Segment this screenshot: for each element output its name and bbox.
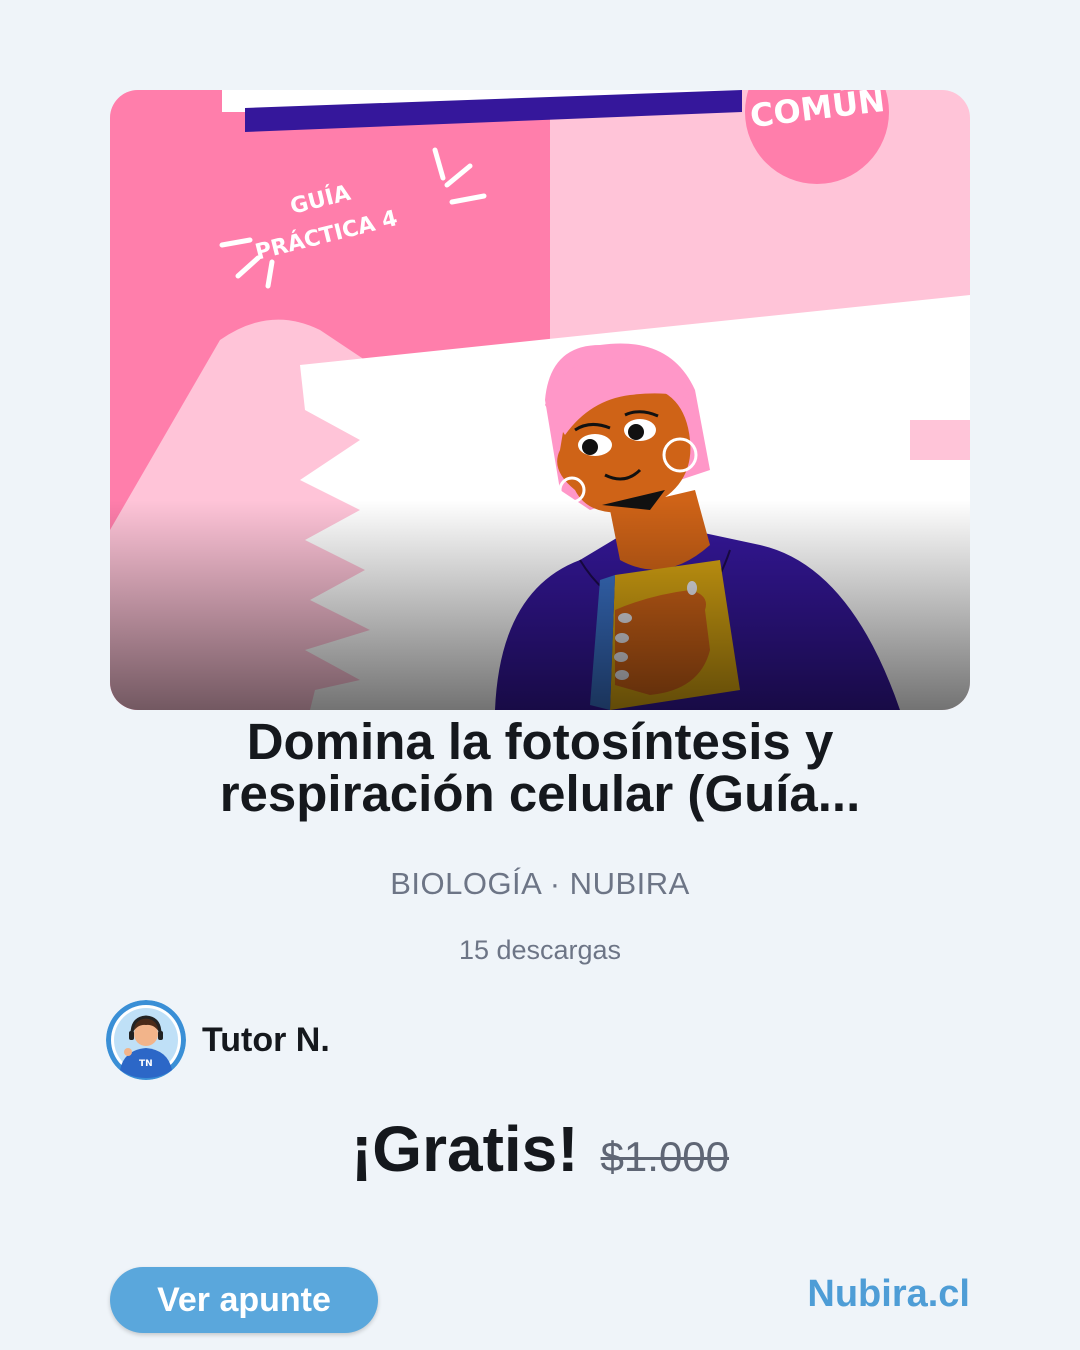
cover-image[interactable]: COMÚN GUÍA PRÁCTICA 4 xyxy=(110,90,970,710)
price-row: ¡Gratis! $1.000 xyxy=(0,1112,1080,1186)
brand-link[interactable]: Nubira.cl xyxy=(807,1273,970,1316)
price-original: $1.000 xyxy=(600,1133,730,1180)
view-note-button[interactable]: Ver apunte xyxy=(110,1267,378,1333)
svg-text:TN: TN xyxy=(139,1059,153,1069)
author-name[interactable]: Tutor N. xyxy=(202,1021,330,1060)
note-title: Domina la fotosíntesis y respiración cel… xyxy=(219,713,861,822)
download-count: 15 descargas xyxy=(458,935,622,965)
price-current: ¡Gratis! xyxy=(350,1113,579,1185)
tutor-avatar-icon[interactable]: TN xyxy=(106,1000,186,1080)
subject-meta: BIOLOGÍA · NUBIRA xyxy=(390,866,690,901)
author-info[interactable]: TN Tutor N. xyxy=(106,1000,330,1080)
